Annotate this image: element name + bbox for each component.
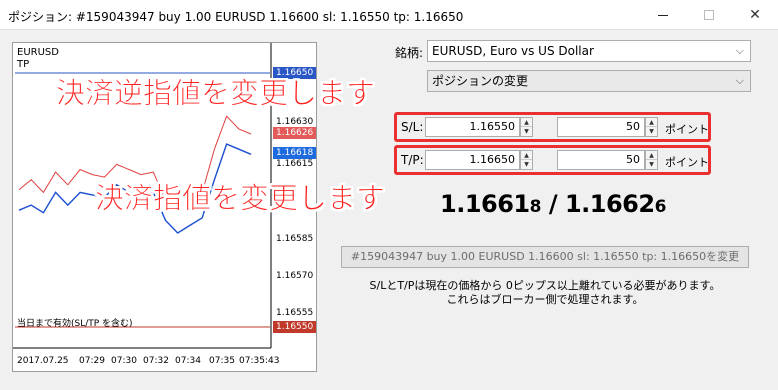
sl-points-spinner[interactable]: ▲ ▼ — [645, 117, 658, 137]
time-label: 07:30 — [111, 356, 137, 366]
tp-price-spinner[interactable]: ▲ ▼ — [520, 150, 533, 170]
price-tick: 1.16585 — [276, 234, 314, 244]
up-arrow-icon: ▲ — [521, 118, 532, 127]
close-icon: ✕ — [749, 7, 761, 23]
minimize-button[interactable] — [640, 0, 686, 30]
time-label: 07:29 — [79, 356, 105, 366]
modify-order-button[interactable]: #159043947 buy 1.00 EURUSD 1.16600 sl: 1… — [341, 246, 749, 268]
price-tick: 1.16570 — [276, 271, 314, 281]
tp-points-input[interactable]: 50 — [557, 150, 645, 170]
info-line-2: これらはブローカー側で処理されます。 — [446, 293, 644, 306]
chevron-down-icon: ⌵ — [735, 44, 744, 57]
symbol-label: 銘柄: — [395, 46, 424, 60]
order-type-value: ポジションの変更 — [432, 74, 529, 88]
bid-price-main: 1.1661 — [440, 190, 530, 218]
up-arrow-icon: ▲ — [646, 118, 657, 127]
up-arrow-icon: ▲ — [521, 151, 532, 160]
window-title: ポジション: #159043947 buy 1.00 EURUSD 1.1660… — [8, 10, 464, 24]
close-button[interactable]: ✕ — [732, 0, 778, 30]
title-bar: ポジション: #159043947 buy 1.00 EURUSD 1.1660… — [0, 0, 778, 30]
chevron-down-icon: ⌵ — [735, 74, 744, 87]
minimize-icon — [658, 14, 668, 16]
time-label: 07:32 — [143, 356, 169, 366]
sl-points-unit: ポイント — [665, 123, 709, 136]
sl-label: S/L: — [401, 120, 424, 134]
maximize-button[interactable] — [686, 0, 732, 30]
current-price-display: 1.16618 / 1.16626 — [440, 190, 666, 218]
ask-price-small: 6 — [654, 197, 667, 217]
symbol-select[interactable]: EURUSD, Euro vs US Dollar ⌵ — [427, 40, 751, 62]
chart-symbol: EURUSD — [17, 47, 59, 58]
chart-expiry-note: 当日まで有効(SL/TP を含む) — [17, 319, 133, 329]
symbol-select-value: EURUSD, Euro vs US Dollar — [432, 44, 594, 58]
stop-loss-annotation: 決済逆指値を変更します — [55, 76, 376, 111]
tp-label: T/P: — [401, 153, 424, 167]
maximize-icon — [704, 10, 714, 20]
bid-price-small: 8 — [529, 197, 542, 217]
up-arrow-icon: ▲ — [646, 151, 657, 160]
price-separator: / — [540, 190, 565, 218]
down-arrow-icon: ▼ — [649, 128, 654, 135]
tp-price-input[interactable]: 1.16650 — [425, 150, 520, 170]
chart-tp-label: TP — [17, 59, 30, 70]
time-label: 07:35 — [209, 356, 235, 366]
order-type-select[interactable]: ポジションの変更 ⌵ — [427, 70, 751, 92]
ask-price-label: 1.16626 — [273, 127, 316, 139]
down-arrow-icon: ▼ — [524, 128, 529, 135]
time-label: 2017.07.25 — [17, 356, 69, 366]
time-label: 07:35:43 — [239, 356, 280, 366]
take-profit-annotation: 決済指値を変更します — [94, 181, 386, 216]
down-arrow-icon: ▼ — [649, 161, 654, 168]
ask-price-main: 1.1662 — [564, 190, 655, 218]
sl-price-spinner[interactable]: ▲ ▼ — [520, 117, 533, 137]
tp-points-unit: ポイント — [665, 156, 709, 169]
price-tick: 1.16555 — [276, 308, 314, 318]
time-label: 07:34 — [175, 356, 201, 366]
sl-price-input[interactable]: 1.16550 — [425, 117, 520, 137]
sl-points-input[interactable]: 50 — [557, 117, 645, 137]
down-arrow-icon: ▼ — [524, 161, 529, 168]
price-tick: 1.16615 — [276, 159, 314, 169]
tp-points-spinner[interactable]: ▲ ▼ — [645, 150, 658, 170]
sl-price-label: 1.16550 — [273, 321, 316, 333]
